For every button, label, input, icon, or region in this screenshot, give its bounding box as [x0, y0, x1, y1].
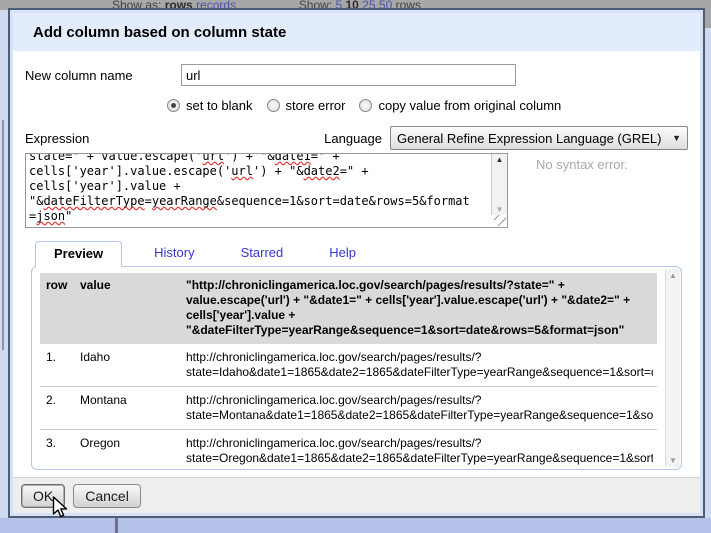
- radio-unselected-icon[interactable]: [267, 99, 280, 112]
- row-result: http://chroniclingamerica.loc.gov/search…: [186, 393, 653, 423]
- tab-starred[interactable]: Starred: [227, 241, 298, 266]
- textarea-scrollbar[interactable]: ▲ ▼: [491, 154, 507, 215]
- tab-help[interactable]: Help: [315, 241, 370, 266]
- row-index: 1.: [46, 350, 80, 380]
- row-index: 2.: [46, 393, 80, 423]
- radio-selected-icon[interactable]: [167, 99, 180, 112]
- radio-label: store error: [286, 98, 346, 113]
- language-selected-value: General Refine Expression Language (GREL…: [397, 131, 661, 146]
- dialog-title: Add column based on column state: [33, 24, 286, 41]
- new-column-name-label: New column name: [25, 68, 181, 83]
- syntax-status: No syntax error.: [536, 157, 628, 228]
- result-line2: state=Idaho&date1=1865&date2=1865&dateFi…: [186, 365, 653, 380]
- cancel-button[interactable]: Cancel: [73, 484, 141, 508]
- radio-label: set to blank: [186, 98, 253, 113]
- preview-row: 1. Idaho http://chroniclingamerica.loc.g…: [40, 344, 657, 386]
- radio-store-error[interactable]: store error: [267, 98, 346, 113]
- dialog-header: Add column based on column state: [13, 13, 700, 51]
- tab-preview[interactable]: Preview: [35, 241, 122, 267]
- row-value: Montana: [80, 393, 186, 423]
- col-header-row: row: [46, 278, 80, 338]
- col-header-value: value: [80, 278, 186, 338]
- expression-textarea[interactable]: state=" + value.escape('url') + "&date1=…: [25, 153, 508, 228]
- radio-label: copy value from original column: [378, 98, 561, 113]
- radio-copy-original[interactable]: copy value from original column: [359, 98, 561, 113]
- dropdown-arrow-icon: ▼: [672, 133, 681, 143]
- row-result: http://chroniclingamerica.loc.gov/search…: [186, 436, 653, 466]
- resize-handle-icon[interactable]: [494, 215, 506, 226]
- result-line1: http://chroniclingamerica.loc.gov/search…: [186, 436, 653, 451]
- row-index: 3.: [46, 436, 80, 466]
- on-error-options: set to blank store error copy value from…: [167, 97, 694, 113]
- row-value: Idaho: [80, 350, 186, 380]
- scroll-up-icon[interactable]: ▲: [496, 155, 504, 164]
- preview-panel: row value "http://chroniclingamerica.loc…: [31, 266, 682, 470]
- preview-row: 3. Oregon http://chroniclingamerica.loc.…: [40, 429, 657, 470]
- preview-scrollbar[interactable]: ▲ ▼: [665, 269, 680, 467]
- expression-label: Expression: [25, 131, 89, 146]
- ok-button[interactable]: OK: [21, 484, 65, 508]
- dialog-footer: OK Cancel: [13, 477, 700, 513]
- preview-row: 2. Montana http://chroniclingamerica.loc…: [40, 386, 657, 429]
- result-line1: http://chroniclingamerica.loc.gov/search…: [186, 393, 653, 408]
- scroll-down-icon[interactable]: ▼: [496, 205, 504, 214]
- language-select[interactable]: General Refine Expression Language (GREL…: [390, 126, 688, 150]
- dimmed-page-left: [0, 10, 8, 533]
- preview-header-row: row value "http://chroniclingamerica.loc…: [40, 273, 657, 344]
- result-line2: state=Oregon&date1=1865&date2=1865&dateF…: [186, 451, 653, 466]
- language-label: Language: [324, 131, 382, 146]
- row-value: Oregon: [80, 436, 186, 466]
- tab-history[interactable]: History: [140, 241, 208, 266]
- radio-unselected-icon[interactable]: [359, 99, 372, 112]
- scroll-down-icon[interactable]: ▼: [669, 456, 677, 465]
- result-line2: state=Montana&date1=1865&date2=1865&date…: [186, 408, 653, 423]
- tab-bar: Preview History Starred Help: [19, 240, 694, 266]
- scroll-up-icon[interactable]: ▲: [669, 271, 677, 280]
- result-line1: http://chroniclingamerica.loc.gov/search…: [186, 350, 653, 365]
- dimmed-page-bottom: [0, 518, 711, 533]
- new-column-name-input[interactable]: [181, 64, 516, 86]
- add-column-dialog: Add column based on column state New col…: [8, 8, 705, 518]
- row-result: http://chroniclingamerica.loc.gov/search…: [186, 350, 653, 380]
- radio-set-to-blank[interactable]: set to blank: [167, 98, 253, 113]
- col-header-expression: "http://chroniclingamerica.loc.gov/searc…: [186, 278, 653, 338]
- expression-text: state=" + value.escape('url') + "&date1=…: [29, 154, 490, 224]
